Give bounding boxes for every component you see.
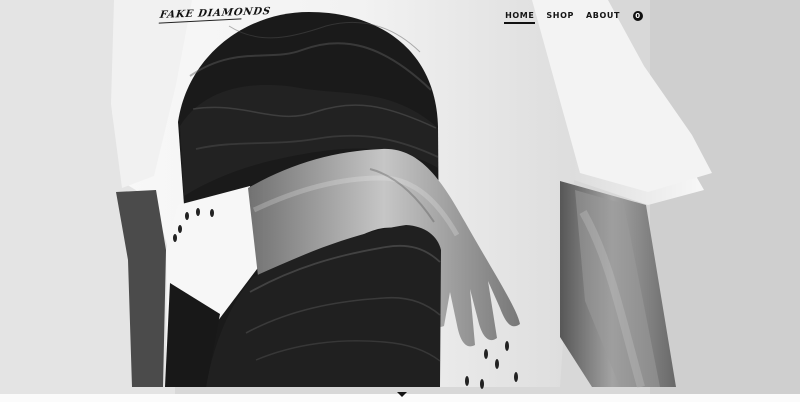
main-nav: HOME SHOP ABOUT 0 [504,11,643,24]
hero-page: FAKE DIAMONDS HOME SHOP ABOUT 0 [0,0,800,402]
top-navigation: FAKE DIAMONDS HOME SHOP ABOUT 0 [0,0,800,34]
nav-shop-link[interactable]: SHOP [546,11,574,21]
shirt-photo-illustration [0,0,800,402]
hero-image [0,0,800,402]
nav-home-link[interactable]: HOME [504,11,536,24]
nav-about-link[interactable]: ABOUT [586,11,620,21]
fake-diamonds-logo[interactable]: FAKE DIAMONDS [159,6,272,23]
cart-count-badge[interactable]: 0 [633,11,643,21]
down-pointer-icon [397,392,407,397]
